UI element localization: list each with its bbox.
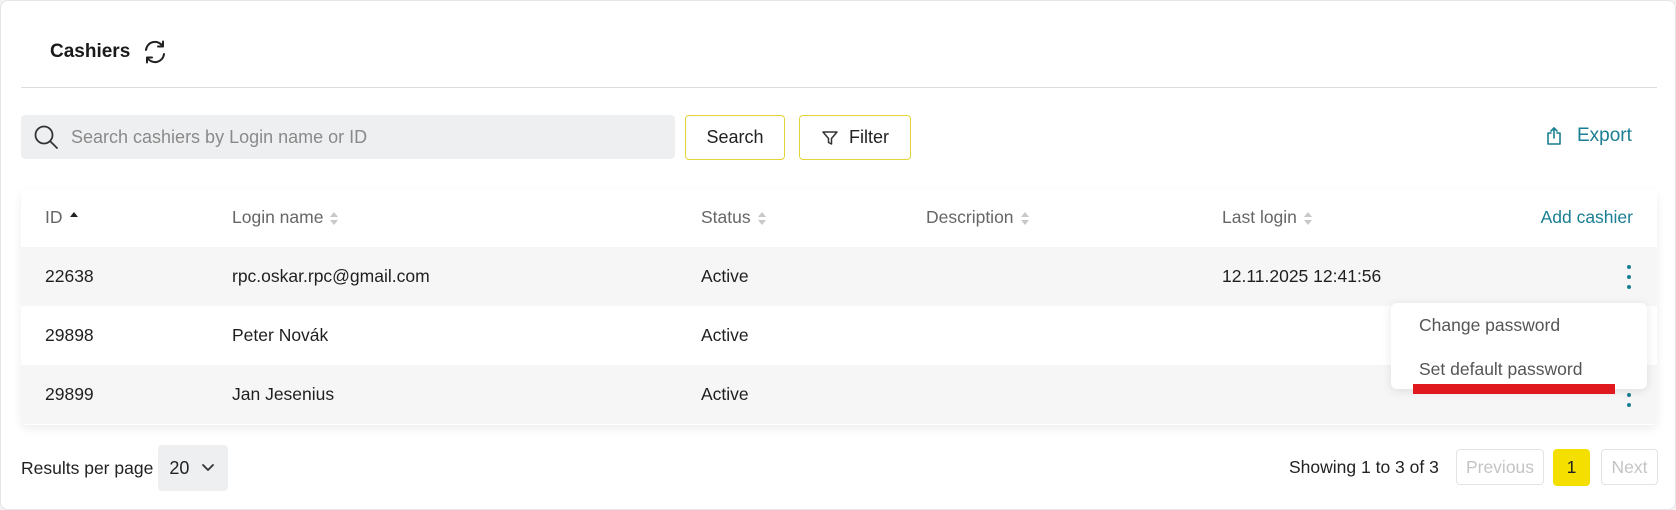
next-page-button[interactable]: Next	[1601, 449, 1658, 485]
previous-page-button[interactable]: Previous	[1456, 449, 1544, 485]
page-title: Cashiers	[50, 41, 131, 62]
cell-login-name: Jan Jesenius	[232, 384, 335, 404]
export-icon	[1547, 127, 1561, 145]
menu-item-set-default-password[interactable]: Set default password	[1419, 359, 1582, 380]
cell-login-name: rpc.oskar.rpc@gmail.com	[232, 266, 430, 286]
refresh-icon[interactable]	[142, 39, 168, 65]
export-label: Export	[1577, 125, 1632, 146]
menu-item-change-password[interactable]: Change password	[1419, 315, 1560, 336]
sort-ascending-icon	[69, 211, 78, 225]
row-actions-icon[interactable]	[1621, 265, 1637, 289]
sort-icon	[757, 211, 766, 225]
header-divider	[21, 87, 1657, 88]
search-icon	[34, 125, 58, 149]
row-actions-menu: Change password Set default password	[1391, 303, 1647, 389]
annotation-underline	[1413, 384, 1615, 394]
results-per-page-value: 20	[169, 457, 190, 478]
cell-last-login: 12.11.2025 12:41:56	[1222, 266, 1382, 286]
pagination-summary: Showing 1 to 3 of 3	[1289, 457, 1439, 477]
search-button[interactable]: Search	[685, 115, 785, 160]
cell-status: Active	[701, 384, 749, 404]
cashiers-card: Cashiers Search Filter Expor	[0, 0, 1676, 510]
table-row: 22638 rpc.oskar.rpc@gmail.com Active 12.…	[21, 247, 1657, 306]
sort-icon	[1303, 211, 1312, 225]
column-header-status[interactable]: Status	[701, 189, 767, 246]
page-header: Cashiers	[50, 39, 168, 65]
search-input[interactable]	[71, 126, 631, 148]
column-header-description[interactable]: Description	[926, 189, 1030, 246]
add-cashier-button[interactable]: Add cashier	[1541, 189, 1633, 246]
sort-icon	[330, 211, 339, 225]
table-header-row: ID Login name Status Description Last lo…	[21, 189, 1657, 246]
cell-id: 29899	[45, 384, 94, 404]
cell-login-name: Peter Novák	[232, 325, 329, 345]
results-per-page-select[interactable]: 20	[158, 445, 229, 491]
search-field[interactable]	[21, 115, 675, 159]
filter-label: Filter	[849, 127, 889, 147]
results-per-page: Results per page 20	[21, 445, 229, 491]
cell-status: Active	[701, 266, 749, 286]
export-button[interactable]: Export	[1545, 125, 1632, 147]
page-button-current[interactable]: 1	[1553, 449, 1590, 486]
chevron-down-icon	[202, 464, 215, 471]
results-per-page-label: Results per page	[21, 457, 154, 478]
column-header-last-login[interactable]: Last login	[1222, 189, 1313, 246]
filter-button[interactable]: Filter	[799, 115, 911, 160]
funnel-icon	[822, 130, 838, 145]
cell-id: 22638	[45, 266, 94, 286]
sort-icon	[1020, 211, 1029, 225]
cell-id: 29898	[45, 325, 94, 345]
cell-status: Active	[701, 325, 749, 345]
column-header-id[interactable]: ID	[45, 189, 79, 246]
column-header-login-name[interactable]: Login name	[232, 189, 339, 246]
